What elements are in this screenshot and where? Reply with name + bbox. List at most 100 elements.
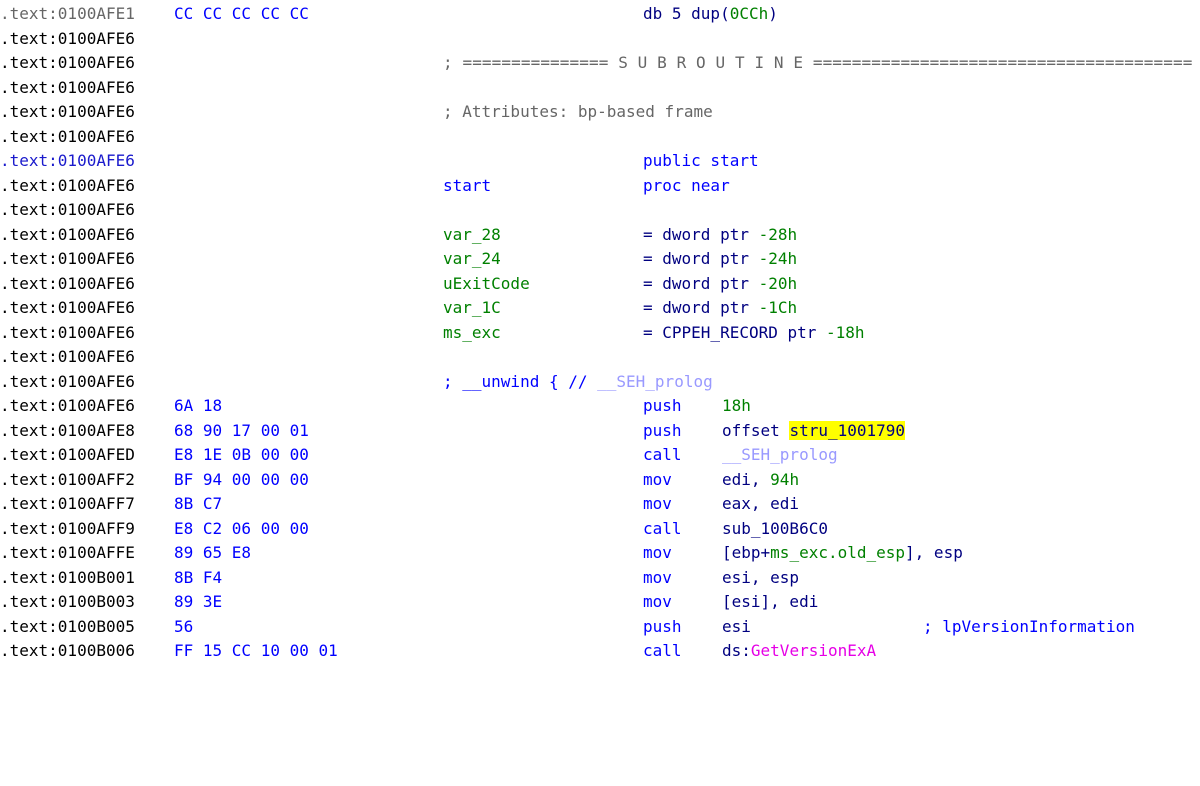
function-label[interactable]: start xyxy=(443,174,491,199)
listing-row[interactable]: .text:0100AFE8 68 90 17 00 01 push offse… xyxy=(0,419,1200,444)
segment-address: .text:0100AFE6 xyxy=(0,249,135,268)
segment-address: .text:0100AFE6 xyxy=(0,298,135,317)
opcode-bytes: 89 65 E8 xyxy=(174,543,252,562)
listing-row[interactable]: .text:0100AFE6 ; __unwind { // __SEH_pro… xyxy=(0,370,1200,395)
instruction-operand: esi, esp xyxy=(722,567,800,587)
segment-address: .text:0100AFE6 xyxy=(0,126,135,146)
listing-row[interactable]: .text:0100B006 FF 15 CC 10 00 01 call ds… xyxy=(0,639,1200,664)
call-target[interactable]: sub_100B6C0 xyxy=(722,517,828,542)
segment-address: .text:0100AFE8 xyxy=(0,420,135,440)
listing-row[interactable]: .text:0100AFF7 8B C7 mov eax, edi xyxy=(0,492,1200,517)
opcode-bytes: E8 1E 0B 00 00 xyxy=(174,445,309,464)
instruction-operand: [esi], edi xyxy=(722,592,819,611)
listing-row[interactable]: .text:0100AFED E8 1E 0B 00 00 call __SEH… xyxy=(0,443,1200,468)
instruction-operand: 18h xyxy=(722,396,751,415)
directive: db 5 dup(0CCh) xyxy=(643,4,778,23)
listing-row[interactable]: .text:0100AFE1 CC CC CC CC CC db 5 dup(0… xyxy=(0,2,1200,27)
listing-row[interactable]: .text:0100AFF2 BF 94 00 00 00 mov edi, 9… xyxy=(0,468,1200,493)
opcode-bytes: 6A 18 xyxy=(174,396,223,415)
segment-address: .text:0100B006 xyxy=(0,641,135,660)
segment-address: .text:0100AFE6 xyxy=(0,224,135,244)
opcode-bytes: BF 94 00 00 00 xyxy=(174,469,309,489)
opcode-bytes: E8 C2 06 00 00 xyxy=(174,518,309,538)
opcode-bytes: FF 15 CC 10 00 01 xyxy=(174,641,338,660)
opcode-bytes: 56 xyxy=(174,616,194,636)
public-directive: public start xyxy=(643,151,759,170)
listing-row[interactable]: .text:0100AFE6 xyxy=(0,345,1200,370)
segment-address: .text:0100B005 xyxy=(0,616,135,636)
local-variable[interactable]: var_28 xyxy=(443,223,501,248)
instruction-mnemonic: call xyxy=(643,518,682,538)
auto-comment: ; lpVersionInformation xyxy=(923,616,1135,636)
segment-address: .text:0100AFE6 xyxy=(0,102,135,121)
disassembly-listing[interactable]: .text:0100AFE1 CC CC CC CC CC db 5 dup(0… xyxy=(0,0,1200,674)
call-target[interactable]: __SEH_prolog xyxy=(722,443,838,468)
segment-address: .text:0100B003 xyxy=(0,592,135,611)
variable-definition: = dword ptr -1Ch xyxy=(643,298,798,317)
variable-definition: = dword ptr -28h xyxy=(643,224,798,244)
segment-address: .text:0100AFE1 xyxy=(0,4,135,23)
proc-directive: proc near xyxy=(643,175,730,195)
subroutine-separator-comment: ; =============== S U B R O U T I N E ==… xyxy=(443,53,1193,72)
instruction-operand: esi xyxy=(722,616,751,636)
instruction-operand: offset stru_1001790 xyxy=(722,420,906,440)
instruction-mnemonic: push xyxy=(643,616,682,636)
segment-address: .text:0100AFE6 xyxy=(0,151,135,170)
import-symbol[interactable]: GetVersionExA xyxy=(751,641,876,660)
instruction-mnemonic: push xyxy=(643,420,682,440)
variable-definition: = dword ptr -20h xyxy=(643,273,798,293)
segment-address: .text:0100AFE6 xyxy=(0,322,135,342)
segment-address: .text:0100AFE6 xyxy=(0,371,135,391)
listing-row[interactable]: .text:0100AFFE 89 65 E8 mov [ebp+ms_exc.… xyxy=(0,541,1200,566)
instruction-mnemonic: call xyxy=(643,445,682,464)
segment-address: .text:0100AFFE xyxy=(0,543,135,562)
opcode-bytes: 8B F4 xyxy=(174,567,223,587)
local-variable[interactable]: var_1C xyxy=(443,296,501,321)
instruction-mnemonic: mov xyxy=(643,494,672,513)
listing-row[interactable]: .text:0100AFE6 xyxy=(0,27,1200,52)
instruction-mnemonic: mov xyxy=(643,567,672,587)
listing-row[interactable]: .text:0100AFE6 ms_exc = CPPEH_RECORD ptr… xyxy=(0,321,1200,346)
highlighted-symbol[interactable]: stru_1001790 xyxy=(789,420,906,440)
listing-row[interactable]: .text:0100AFE6 var_24 = dword ptr -24h xyxy=(0,247,1200,272)
instruction-operand: edi, 94h xyxy=(722,469,800,489)
segment-address: .text:0100AFE6 xyxy=(0,77,135,97)
segment-address: .text:0100AFE6 xyxy=(0,347,135,366)
attributes-comment: ; Attributes: bp-based frame xyxy=(443,102,713,121)
listing-row[interactable]: .text:0100AFE6 var_28 = dword ptr -28h xyxy=(0,223,1200,248)
local-variable[interactable]: var_24 xyxy=(443,247,501,272)
instruction-operand: eax, edi xyxy=(722,494,800,513)
listing-row[interactable]: .text:0100AFE6 xyxy=(0,76,1200,101)
listing-row[interactable]: .text:0100AFE6 start proc near xyxy=(0,174,1200,199)
segment-address: .text:0100AFE6 xyxy=(0,200,135,219)
listing-row[interactable]: .text:0100AFE6 xyxy=(0,125,1200,150)
variable-definition: = dword ptr -24h xyxy=(643,249,798,268)
listing-row[interactable]: .text:0100AFE6 var_1C = dword ptr -1Ch xyxy=(0,296,1200,321)
listing-row[interactable]: .text:0100AFE6 6A 18 push 18h xyxy=(0,394,1200,419)
segment-address: .text:0100AFED xyxy=(0,445,135,464)
segment-address: .text:0100AFE6 xyxy=(0,28,135,48)
instruction-mnemonic: call xyxy=(643,641,682,660)
listing-row-selected[interactable]: .text:0100AFE6 public start xyxy=(0,149,1200,174)
segment-address: .text:0100AFF2 xyxy=(0,469,135,489)
local-variable[interactable]: uExitCode xyxy=(443,272,530,297)
segment-address: .text:0100AFE6 xyxy=(0,53,135,72)
segment-address: .text:0100AFE6 xyxy=(0,396,135,415)
segment-address: .text:0100AFF9 xyxy=(0,518,135,538)
listing-row[interactable]: .text:0100AFE6 uExitCode = dword ptr -20… xyxy=(0,272,1200,297)
instruction-mnemonic: mov xyxy=(643,543,672,562)
segment-address: .text:0100B001 xyxy=(0,567,135,587)
listing-row[interactable]: .text:0100B005 56 push esi ; lpVersionIn… xyxy=(0,615,1200,640)
local-variable[interactable]: ms_exc xyxy=(443,321,501,346)
listing-row[interactable]: .text:0100AFE6 ; Attributes: bp-based fr… xyxy=(0,100,1200,125)
instruction-operand: ds:GetVersionExA xyxy=(722,641,877,660)
listing-row[interactable]: .text:0100B001 8B F4 mov esi, esp xyxy=(0,566,1200,591)
listing-row[interactable]: .text:0100AFE6 xyxy=(0,198,1200,223)
segment-address: .text:0100AFE6 xyxy=(0,175,135,195)
instruction-operand: [ebp+ms_exc.old_esp], esp xyxy=(722,543,963,562)
variable-definition: = CPPEH_RECORD ptr -18h xyxy=(643,322,865,342)
listing-row[interactable]: .text:0100AFE6 ; =============== S U B R… xyxy=(0,51,1200,76)
instruction-mnemonic: mov xyxy=(643,592,672,611)
listing-row[interactable]: .text:0100B003 89 3E mov [esi], edi xyxy=(0,590,1200,615)
listing-row[interactable]: .text:0100AFF9 E8 C2 06 00 00 call sub_1… xyxy=(0,517,1200,542)
